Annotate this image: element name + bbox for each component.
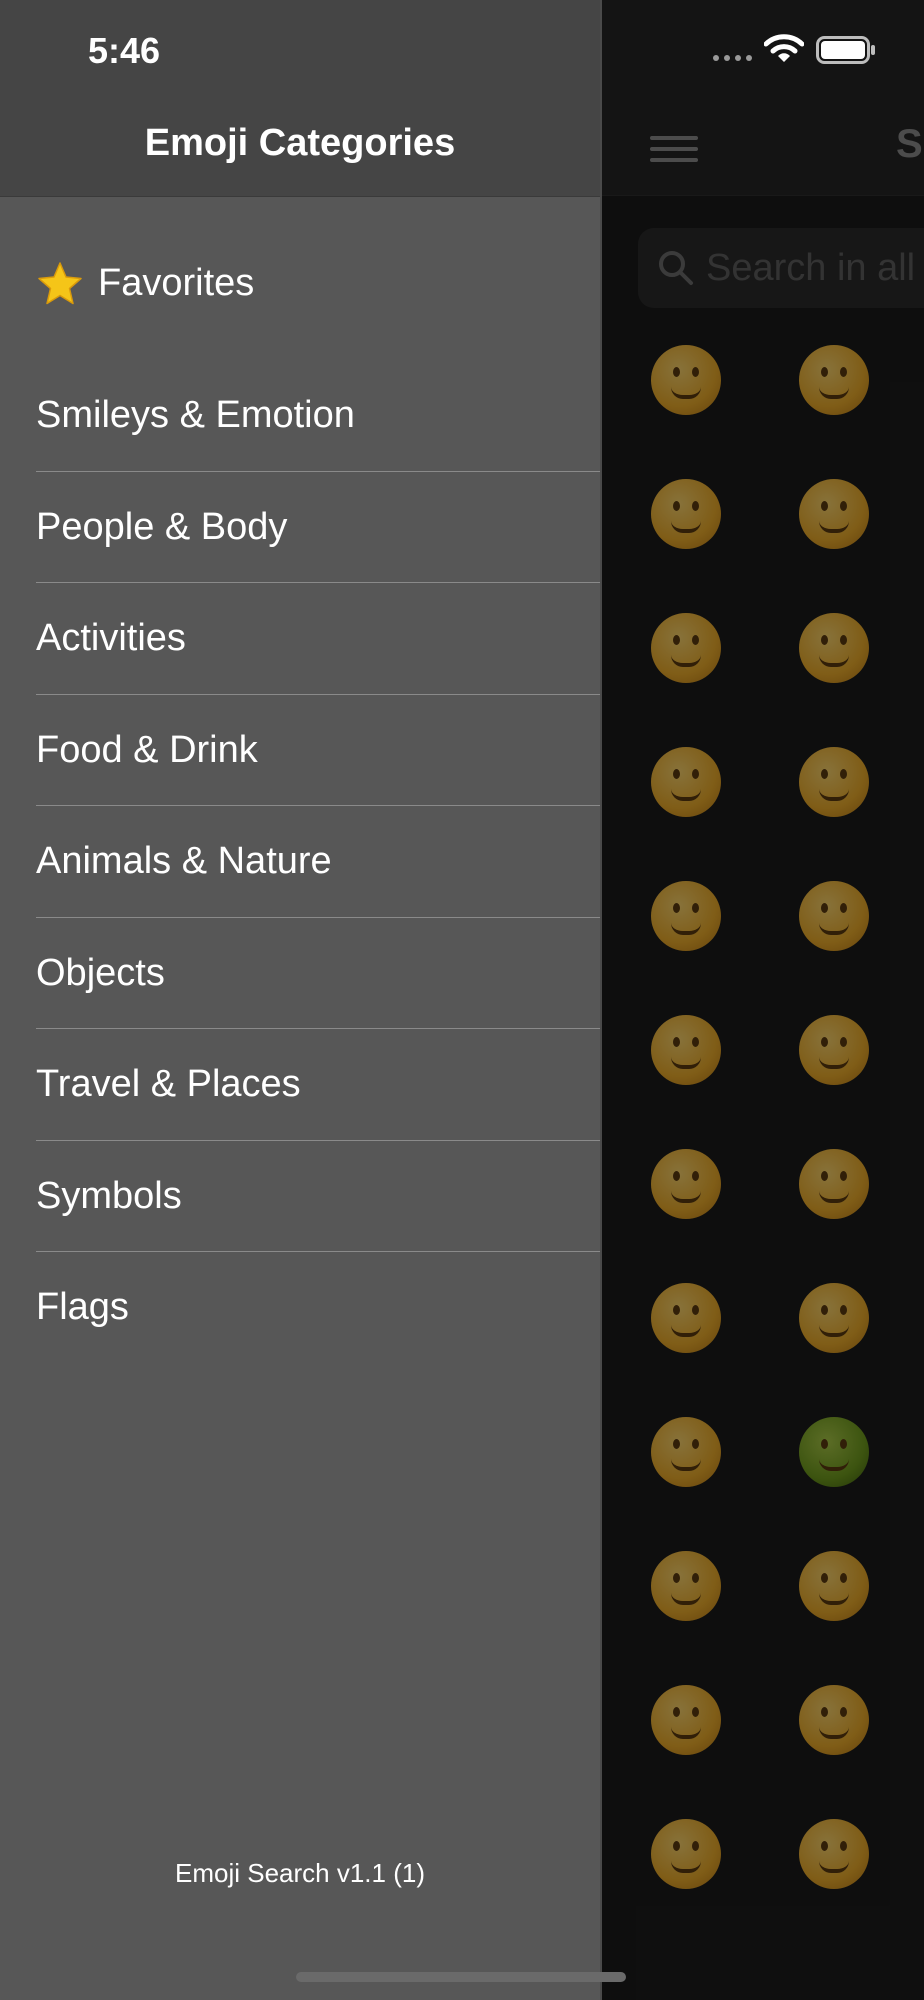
category-label: Travel & Places xyxy=(36,1063,301,1105)
category-drawer: Emoji Categories Favorites Smileys & Emo… xyxy=(0,0,600,2000)
category-item-symbols[interactable]: Symbols xyxy=(36,1141,600,1252)
version-label: Emoji Search v1.1 (1) xyxy=(175,1858,425,1888)
category-label: Activities xyxy=(36,617,186,659)
favorites-label: Favorites xyxy=(98,262,255,304)
category-list: Smileys & Emotion People & Body Activiti… xyxy=(36,360,600,1364)
category-label: People & Body xyxy=(36,505,288,548)
category-item-activities[interactable]: Activities xyxy=(36,583,600,695)
battery-icon xyxy=(816,36,875,64)
category-item-people-body[interactable]: People & Body xyxy=(36,472,600,583)
home-indicator xyxy=(296,1972,626,1982)
category-label: Food & Drink xyxy=(36,728,258,771)
category-label: Flags xyxy=(36,1286,129,1328)
category-label: Objects xyxy=(36,951,165,994)
category-label: Symbols xyxy=(36,1174,182,1217)
cellular-signal-icon xyxy=(713,55,752,61)
category-item-travel-places[interactable]: Travel & Places xyxy=(36,1029,600,1141)
category-item-objects[interactable]: Objects xyxy=(36,918,600,1029)
category-item-food-drink[interactable]: Food & Drink xyxy=(36,695,600,806)
wifi-icon xyxy=(764,34,804,62)
drawer-title: Emoji Categories xyxy=(144,122,456,164)
category-label: Animals & Nature xyxy=(36,840,332,882)
star-icon xyxy=(38,262,82,305)
category-item-animals-nature[interactable]: Animals & Nature xyxy=(36,806,600,918)
status-time: 5:46 xyxy=(88,30,161,71)
category-label: Smileys & Emotion xyxy=(36,394,355,436)
favorites-item[interactable]: Favorites xyxy=(36,256,600,316)
category-item-smileys-emotion[interactable]: Smileys & Emotion xyxy=(36,360,600,472)
category-item-flags[interactable]: Flags xyxy=(36,1252,600,1364)
